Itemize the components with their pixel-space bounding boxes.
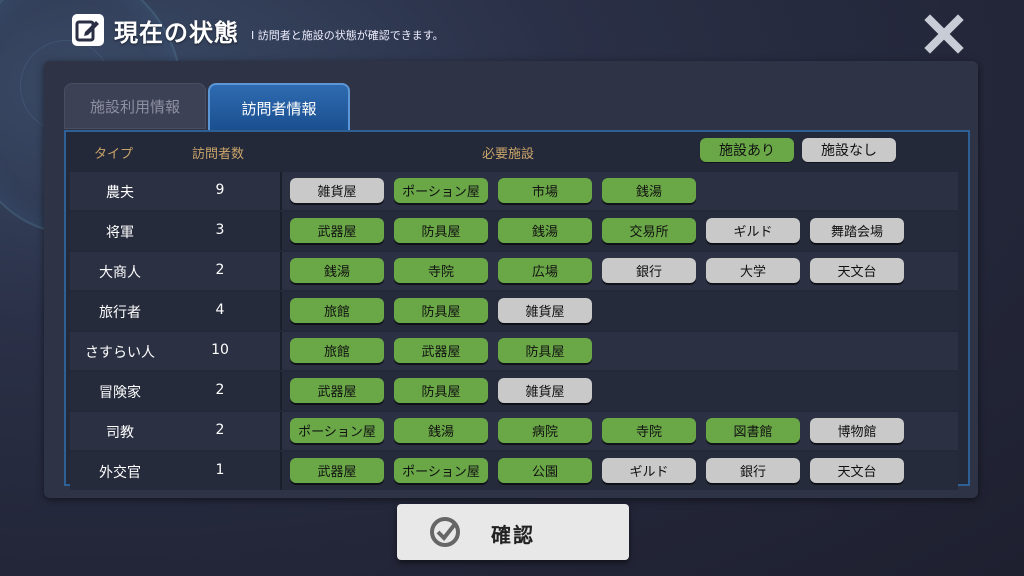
- facility-chip: 武器屋: [290, 378, 384, 403]
- visitor-type: 冒険家: [99, 385, 141, 401]
- header-count: 訪問者数: [192, 147, 245, 162]
- legend-facility-available: 施設あり: [700, 138, 794, 162]
- facility-chip: 銭湯: [602, 178, 696, 203]
- facility-chip: 交易所: [602, 218, 696, 243]
- facility-chip: ギルド: [602, 458, 696, 483]
- facility-chip: 博物館: [810, 418, 904, 443]
- facility-chip: 旅館: [290, 338, 384, 363]
- visitor-count: 2: [215, 262, 225, 278]
- facility-chip: 天文台: [810, 458, 904, 483]
- facility-chip: 公園: [498, 458, 592, 483]
- visitor-type: 司教: [106, 425, 134, 441]
- table-row: 大商人 2 銭湯 寺院 広場 銀行 大学 天文台: [70, 252, 958, 290]
- column-divider: [280, 172, 282, 210]
- table-row: 農夫 9 雑貨屋 ポーション屋 市場 銭湯: [70, 172, 958, 210]
- column-divider: [280, 372, 282, 410]
- facility-chip: 銭湯: [394, 418, 488, 443]
- visitor-type: 外交官: [99, 465, 141, 481]
- facility-chip: 図書館: [706, 418, 800, 443]
- page-header: 現在の状態 I 訪問者と施設の状態が確認できます。: [72, 12, 444, 48]
- confirm-label: 確認: [491, 523, 535, 547]
- facility-chip: 防具屋: [394, 378, 488, 403]
- facility-chip: 武器屋: [290, 458, 384, 483]
- page-subtitle: I 訪問者と施設の状態が確認できます。: [251, 29, 444, 42]
- facility-chip: 銀行: [706, 458, 800, 483]
- visitor-table: タイプ 訪問者数 必要施設 施設あり 施設なし 農夫 9 雑貨屋 ポーション屋 市場 銭湯…: [64, 130, 970, 490]
- table-row: さすらい人 10 旅館 武器屋 防具屋: [70, 332, 958, 370]
- page-title: 現在の状態: [114, 18, 239, 47]
- facility-chip: 防具屋: [394, 298, 488, 323]
- visitor-count: 4: [215, 302, 225, 318]
- facility-chip: 防具屋: [394, 218, 488, 243]
- visitor-type: 大商人: [99, 265, 141, 281]
- table-row: 外交官 1 武器屋 ポーション屋 公園 ギルド 銀行 天文台: [70, 452, 958, 490]
- visitor-type: 農夫: [106, 185, 134, 201]
- table-row: 旅行者 4 旅館 防具屋 雑貨屋: [70, 292, 958, 330]
- facility-chip: 寺院: [602, 418, 696, 443]
- facility-chip: 防具屋: [498, 338, 592, 363]
- visitor-count: 2: [215, 422, 225, 438]
- facility-chip: 病院: [498, 418, 592, 443]
- table-row: 司教 2 ポーション屋 銭湯 病院 寺院 図書館 博物館: [70, 412, 958, 450]
- facility-chip: 銭湯: [498, 218, 592, 243]
- column-divider: [280, 212, 282, 250]
- column-divider: [280, 452, 282, 490]
- visitor-count: 1: [215, 462, 225, 478]
- column-divider: [280, 412, 282, 450]
- header-facilities: 必要施設: [482, 147, 535, 162]
- visitor-type: さすらい人: [85, 345, 155, 361]
- facility-chip: 旅館: [290, 298, 384, 323]
- table-row: 将軍 3 武器屋 防具屋 銭湯 交易所 ギルド 舞踏会場: [70, 212, 958, 250]
- facility-chip: 広場: [498, 258, 592, 283]
- facility-chip: 雑貨屋: [498, 378, 592, 403]
- facility-chip: 大学: [706, 258, 800, 283]
- column-divider: [280, 292, 282, 330]
- column-divider: [280, 252, 282, 290]
- visitor-count: 2: [215, 382, 225, 398]
- tab-facility-usage[interactable]: 施設利用情報: [64, 83, 206, 129]
- facility-chip: 銭湯: [290, 258, 384, 283]
- facility-chip: 武器屋: [394, 338, 488, 363]
- tab-visitor-info[interactable]: 訪問者情報: [208, 83, 350, 131]
- facility-chip: 寺院: [394, 258, 488, 283]
- confirm-button[interactable]: 確認: [397, 504, 629, 560]
- facility-chip: 天文台: [810, 258, 904, 283]
- column-divider: [280, 332, 282, 370]
- header-type: タイプ: [94, 147, 134, 162]
- close-button[interactable]: [922, 12, 966, 56]
- facility-chip: 銀行: [602, 258, 696, 283]
- facility-chip: 武器屋: [290, 218, 384, 243]
- visitor-type: 将軍: [106, 225, 134, 241]
- table-row: 冒険家 2 武器屋 防具屋 雑貨屋: [70, 372, 958, 410]
- table-header: タイプ 訪問者数 必要施設 施設あり 施設なし: [66, 132, 968, 172]
- facility-chip: 舞踏会場: [810, 218, 904, 243]
- facility-chip: ポーション屋: [394, 458, 488, 483]
- visitor-count: 10: [211, 342, 229, 358]
- facility-chip: ポーション屋: [290, 418, 384, 443]
- close-icon: [924, 14, 964, 54]
- visitor-count: 9: [215, 182, 225, 198]
- legend-facility-unavailable: 施設なし: [802, 138, 896, 162]
- edit-note-icon: [72, 14, 104, 46]
- visitor-type: 旅行者: [99, 305, 141, 321]
- facility-chip: 市場: [498, 178, 592, 203]
- facility-chip: ポーション屋: [394, 178, 488, 203]
- facility-chip: 雑貨屋: [290, 178, 384, 203]
- facility-chip: ギルド: [706, 218, 800, 243]
- facility-chip: 雑貨屋: [498, 298, 592, 323]
- visitor-count: 3: [215, 222, 225, 238]
- status-panel: 施設利用情報 訪問者情報 タイプ 訪問者数 必要施設 施設あり 施設なし 農夫 9…: [44, 61, 978, 498]
